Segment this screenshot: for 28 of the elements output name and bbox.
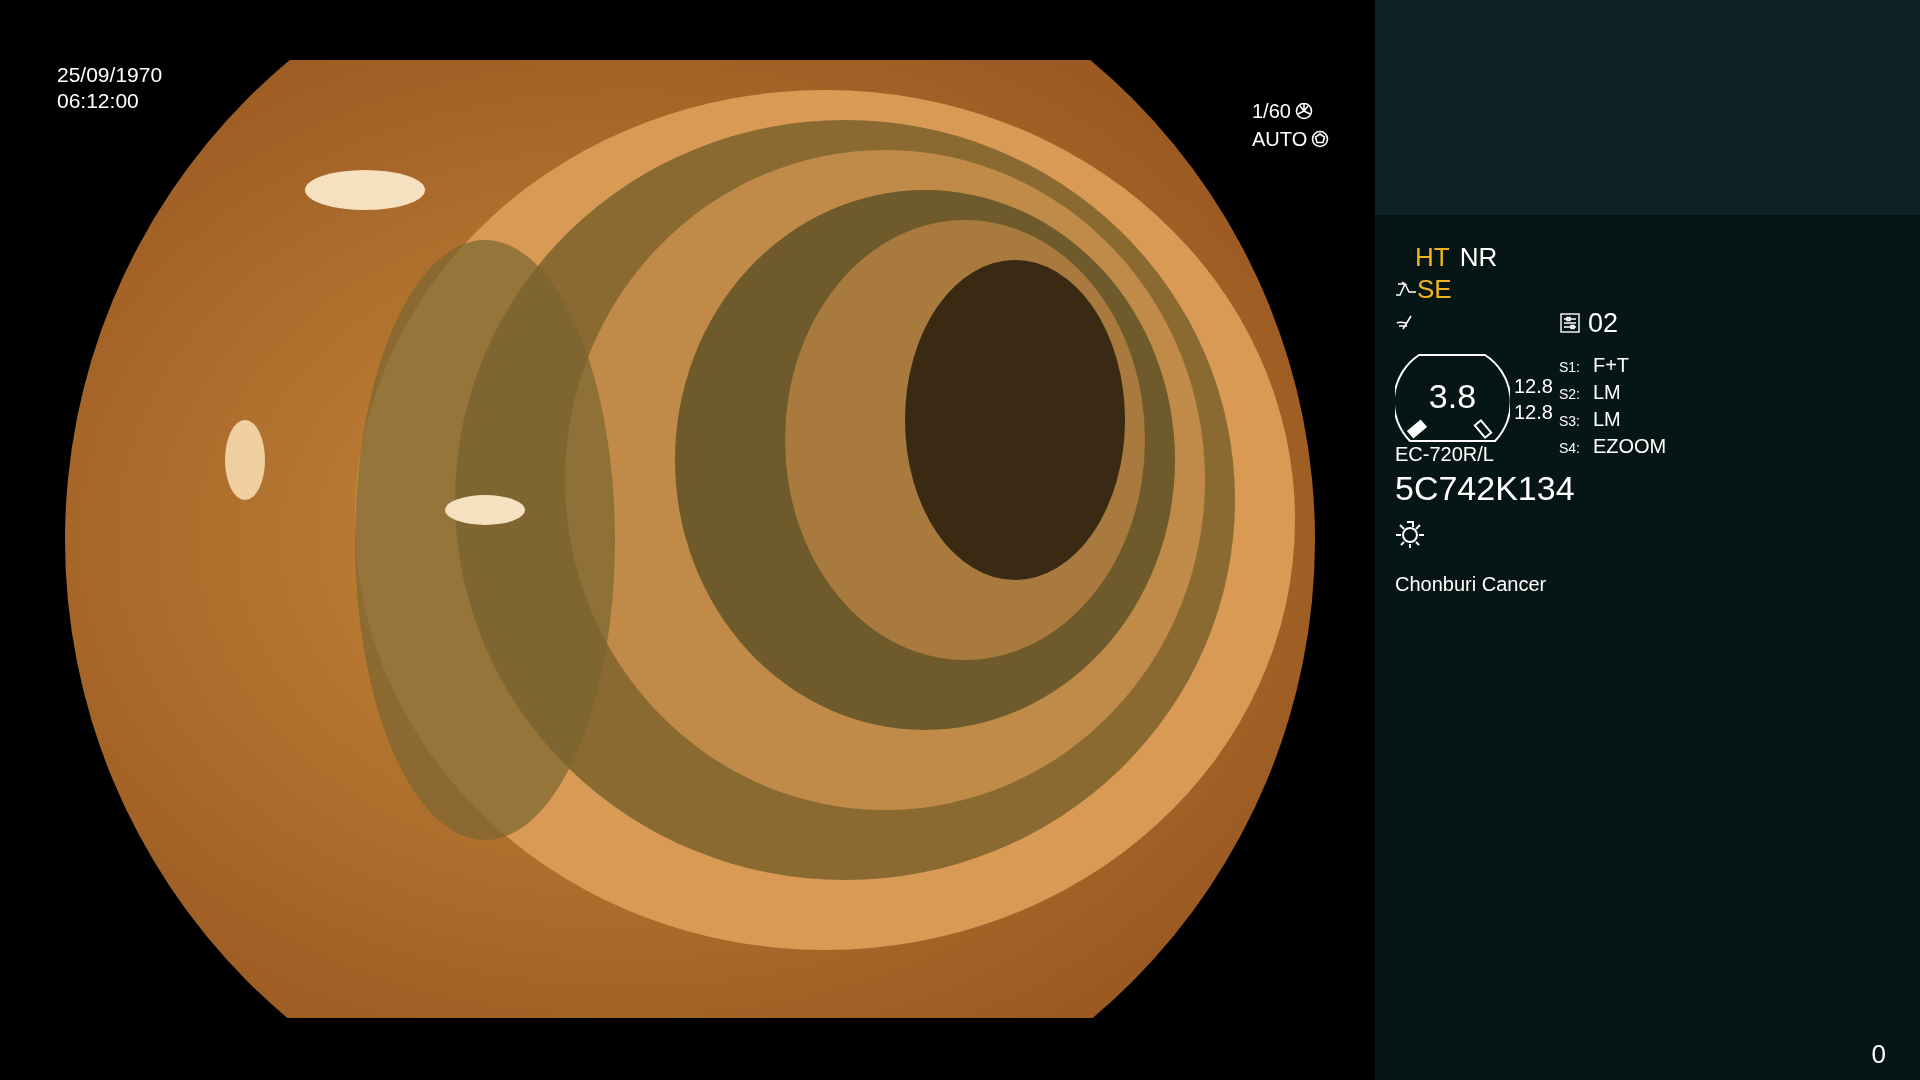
switch-value: LM bbox=[1592, 380, 1621, 405]
mode-label: NR bbox=[1459, 241, 1498, 273]
preset-number: 02 bbox=[1588, 306, 1619, 340]
institution-name: Chonburi Cancer bbox=[1395, 572, 1548, 597]
switch-key: S2: bbox=[1558, 382, 1589, 407]
time-text: 06:12:00 bbox=[57, 88, 140, 114]
date-text: 25/09/1970 bbox=[57, 62, 163, 88]
switch-value: EZOOM bbox=[1592, 434, 1667, 459]
shutter-icon bbox=[1294, 102, 1313, 120]
switch-value: F+T bbox=[1592, 353, 1630, 378]
iris-text: AUTO bbox=[1252, 127, 1308, 152]
switch-key: S3: bbox=[1558, 409, 1589, 434]
gauge-value: 3.8 bbox=[1427, 377, 1478, 415]
shutter-text: 1/60 bbox=[1252, 99, 1291, 124]
lamp-icon bbox=[1395, 519, 1425, 549]
enhance-label: SE bbox=[1417, 273, 1452, 305]
curve-icon bbox=[1395, 281, 1417, 297]
reading-text: 12.8 bbox=[1514, 400, 1553, 425]
switch-key: S4: bbox=[1558, 436, 1589, 461]
aperture-icon bbox=[1311, 130, 1330, 148]
scope-model: EC-720R/L bbox=[1395, 442, 1494, 467]
reading-text: 12.8 bbox=[1514, 374, 1553, 399]
switch-value: LM bbox=[1592, 407, 1621, 432]
switch-key: S1: bbox=[1558, 355, 1589, 380]
counter-text: 0 bbox=[1871, 1038, 1886, 1071]
settings-sliders-icon bbox=[1560, 313, 1580, 333]
serial-number: 5C742K134 bbox=[1395, 468, 1576, 509]
mode-label: HT bbox=[1415, 241, 1450, 273]
